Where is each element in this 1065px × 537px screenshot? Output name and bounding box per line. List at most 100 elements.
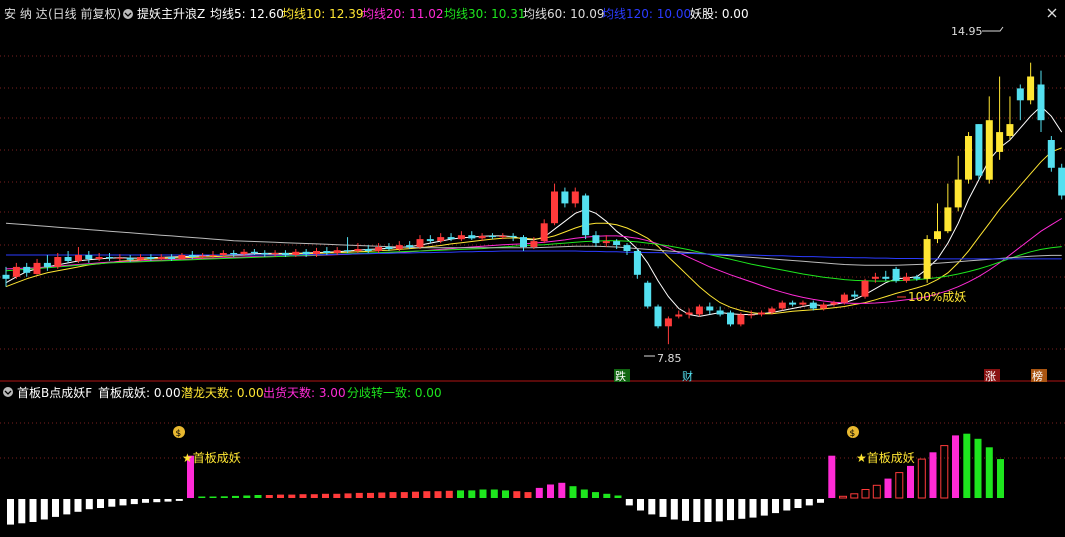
candle-body: [633, 251, 641, 275]
chuhuo-value: 出货天数: 3.00: [263, 385, 346, 400]
sub-bar: [817, 499, 824, 503]
sub-bar: [18, 499, 26, 524]
sub-bar: [367, 492, 374, 498]
candle-body: [168, 257, 176, 259]
candle-body: [902, 276, 910, 281]
candle-body: [157, 257, 165, 259]
candle-body: [426, 239, 434, 242]
chevron-down-circle-icon[interactable]: [123, 9, 133, 19]
candle-body: [219, 253, 227, 255]
sub-bar: [513, 491, 521, 498]
ma120-value: 均线120: 10.00: [602, 7, 691, 21]
candle-body: [323, 251, 331, 253]
candle-body: [644, 282, 652, 307]
sub-bar: [952, 435, 959, 498]
candle-body: [488, 235, 496, 238]
money-bag-icon: $: [173, 426, 185, 439]
candle-body: [602, 241, 610, 244]
marker-die: 跌: [615, 369, 626, 383]
sub-bar: [985, 447, 993, 498]
candle-body: [230, 253, 238, 255]
candle-body: [281, 253, 289, 255]
sub-bar: [52, 499, 59, 517]
candle-body: [64, 257, 72, 261]
candle-body: [375, 247, 383, 251]
candle-body: [727, 312, 734, 325]
shouban-label-2: ★首板成妖: [856, 451, 915, 465]
candle-body: [871, 276, 879, 279]
sub-bar: [299, 494, 307, 498]
candle-body: [778, 302, 786, 309]
candle-body: [965, 136, 972, 180]
candle-body: [199, 255, 207, 257]
sub-bar: [7, 499, 14, 525]
sub-bar: [40, 499, 48, 520]
fenqi-value: 分歧转一致: 0.00: [347, 385, 442, 400]
candle-body: [385, 247, 393, 249]
ma30-value: 均线30: 10.31: [444, 7, 525, 21]
sub-bar: [63, 499, 71, 515]
candle-body: [975, 124, 983, 176]
candle-body: [95, 257, 103, 259]
candle-body: [344, 250, 352, 252]
sub-bar: [670, 499, 678, 520]
chevron-down-circle-icon[interactable]: [3, 387, 13, 397]
sub-bar: [614, 495, 622, 498]
sub-bar: [288, 494, 296, 498]
qianlong-value: 潜龙天数: 0.00: [181, 385, 264, 400]
sub-bar: [29, 499, 37, 522]
candlesticks: [2, 62, 1065, 345]
shouban-label-1: ★首板成妖: [182, 451, 241, 465]
candle-body: [116, 257, 124, 259]
sub-bar: [119, 499, 127, 506]
ma10-value: 均线10: 12.39: [282, 7, 363, 21]
candle-body: [613, 241, 621, 246]
sub-bar: [265, 495, 273, 498]
main-header: 安 纳 达 (日线 前复权) 提妖主升浪Z 均线5: 12.60 均线10: 1…: [4, 6, 749, 21]
svg-text:$: $: [850, 429, 856, 439]
sub-bar: [839, 495, 847, 499]
sub-header: 首板B点成妖F 首板成妖: 0.00 潜龙天数: 0.00 出货天数: 3.00…: [3, 385, 442, 400]
sub-bar: [907, 465, 914, 498]
sub-bar: [198, 496, 206, 498]
sub-bar: [254, 495, 262, 498]
sub-bar: [659, 499, 667, 517]
candle-body: [209, 255, 217, 256]
ma-line-0: [5, 105, 1063, 317]
sub-bar: [130, 499, 138, 505]
candle-body: [540, 223, 548, 242]
candle-body: [934, 231, 941, 240]
close-x-icon[interactable]: [1046, 7, 1058, 19]
sub-bar: [917, 458, 926, 499]
sub-bar: [378, 492, 386, 498]
indicator-name: 提妖主升浪Z: [137, 6, 205, 21]
candle-body: [178, 255, 186, 259]
sub-bar: [502, 490, 509, 498]
candle-body: [892, 268, 900, 281]
candle-body: [840, 294, 848, 303]
candle-body: [250, 251, 258, 253]
ma60-value: 均线60: 10.09: [523, 7, 604, 21]
candle-body: [737, 314, 745, 325]
sub-bar: [828, 455, 836, 498]
candle-body: [75, 255, 82, 261]
sub-bar: [625, 499, 633, 506]
ma-line-1: [5, 147, 1062, 315]
sub-bar: [277, 494, 284, 498]
candle-body: [261, 253, 269, 255]
sub-bar: [760, 499, 768, 516]
candle-body: [126, 257, 134, 260]
sub-bar: [524, 492, 532, 498]
period-label: (日线 前复权): [48, 6, 121, 21]
sub-bar: [715, 499, 723, 522]
candle-body: [520, 237, 527, 247]
candle-body: [758, 312, 765, 315]
low-price-label: 7.85: [657, 352, 682, 365]
candle-body: [716, 310, 724, 315]
sub-bar: [434, 491, 442, 498]
candle-body: [861, 280, 869, 297]
stock-chart: 安 纳 达 (日线 前复权) 提妖主升浪Z 均线5: 12.60 均线10: 1…: [0, 6, 1065, 525]
candle-body: [1037, 84, 1045, 121]
candle-body: [2, 274, 10, 279]
candle-body: [364, 249, 372, 251]
